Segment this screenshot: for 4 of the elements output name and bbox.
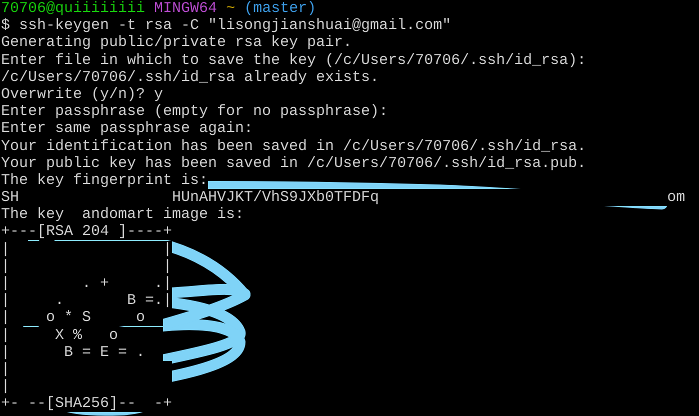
prompt-path: ~ xyxy=(226,0,236,17)
prompt-system: MINGW64 xyxy=(154,0,218,17)
prompt-user-host: 70706@quiiiiiiii xyxy=(1,0,146,17)
prompt-branch: (master) xyxy=(244,0,316,17)
